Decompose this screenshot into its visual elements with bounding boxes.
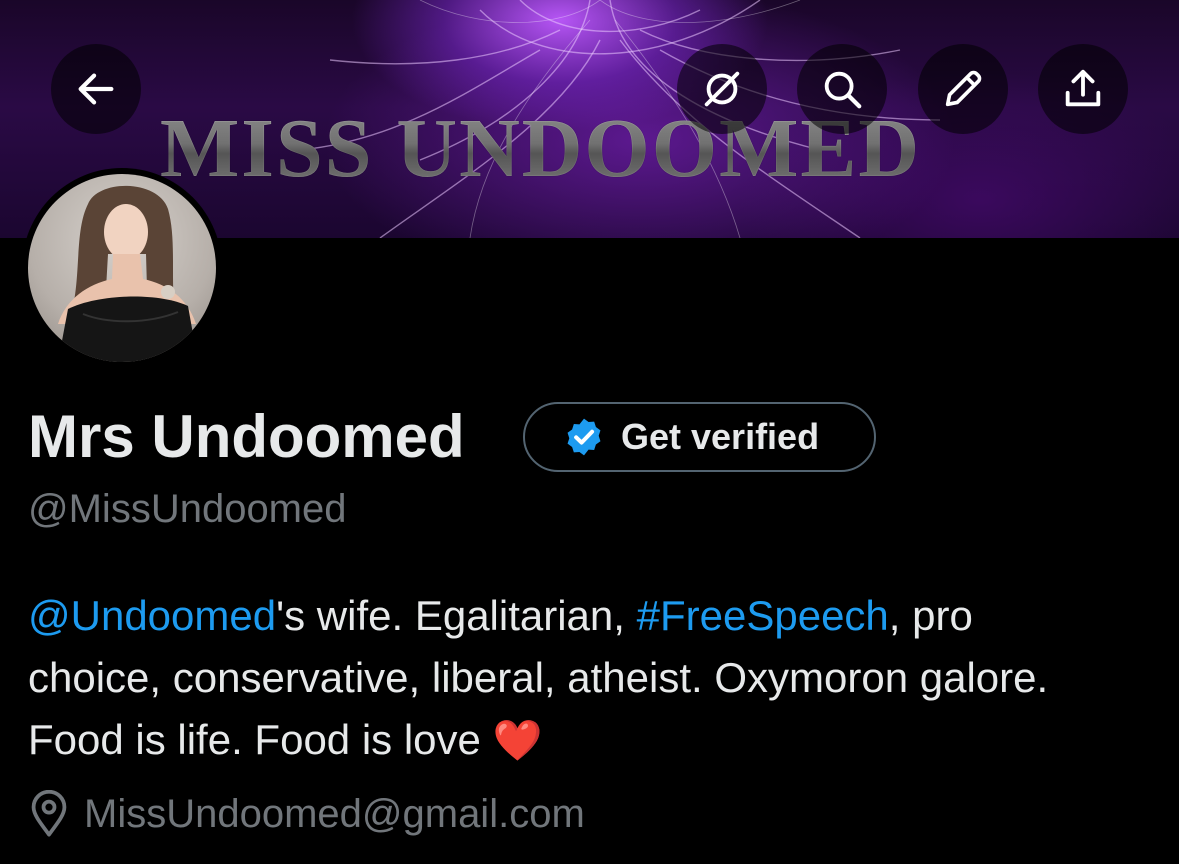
get-verified-label: Get verified <box>621 416 820 457</box>
bio-text-1: 's wife. Egalitarian, <box>276 592 637 639</box>
get-verified-button[interactable]: Get verified <box>523 402 876 472</box>
avatar-photo <box>58 185 198 362</box>
bio-line-3: Food is life. Food is love ❤️ <box>28 709 1158 772</box>
mute-button[interactable] <box>677 44 767 134</box>
edit-pencil-icon <box>945 70 982 107</box>
avatar[interactable] <box>28 174 216 362</box>
search-button[interactable] <box>797 44 887 134</box>
share-button[interactable] <box>1038 44 1128 134</box>
mute-icon <box>704 71 740 107</box>
back-arrow-icon <box>78 73 114 105</box>
bio-mention-link[interactable]: @Undoomed <box>28 592 276 639</box>
back-button[interactable] <box>51 44 141 134</box>
avatar-ring[interactable] <box>22 168 222 368</box>
bio-hashtag-link[interactable]: #FreeSpeech <box>637 592 889 639</box>
profile-location: MissUndoomed@gmail.com <box>28 790 585 838</box>
heart-emoji: ❤️ <box>492 719 543 763</box>
share-icon <box>1065 69 1101 107</box>
search-icon <box>824 71 862 109</box>
bio-text-2: , pro <box>888 592 973 639</box>
display-name: Mrs Undoomed <box>28 403 465 470</box>
bio-line-1: @Undoomed's wife. Egalitarian, #FreeSpee… <box>28 585 1158 647</box>
bio-line-2: choice, conservative, liberal, atheist. … <box>28 654 1049 701</box>
verified-badge-icon <box>567 418 601 456</box>
profile-bio: @Undoomed's wife. Egalitarian, #FreeSpee… <box>28 585 1158 772</box>
profile-handle: @MissUndoomed <box>28 487 347 531</box>
edit-button[interactable] <box>918 44 1008 134</box>
bio-text-3: Food is life. Food is love <box>28 716 493 763</box>
location-pin-icon <box>31 790 67 837</box>
location-text: MissUndoomed@gmail.com <box>84 791 585 836</box>
